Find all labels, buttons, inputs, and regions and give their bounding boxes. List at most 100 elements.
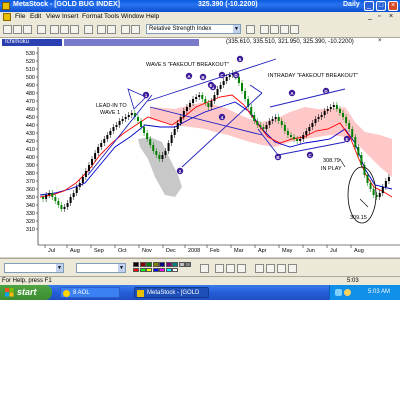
chevron-down-icon[interactable]: ▼ bbox=[233, 25, 240, 33]
tool-c-icon[interactable] bbox=[237, 264, 246, 273]
system-tray: 5:03 AM bbox=[329, 285, 400, 300]
color-more-icon[interactable] bbox=[200, 264, 209, 273]
candle-body bbox=[213, 95, 216, 101]
candle-body bbox=[60, 205, 63, 209]
indicator-select[interactable]: Relative Strength Index ▼ bbox=[146, 24, 241, 34]
open-icon[interactable] bbox=[13, 25, 22, 34]
maximize-button[interactable]: □ bbox=[376, 1, 386, 11]
menu-edit[interactable]: Edit bbox=[30, 13, 41, 20]
speaker-icon[interactable] bbox=[344, 289, 351, 296]
menu-file[interactable]: File bbox=[15, 13, 25, 20]
candle-body bbox=[289, 135, 292, 137]
x-tick-label: Jul bbox=[330, 248, 337, 254]
wave-marker-w1: 1 bbox=[142, 91, 150, 99]
mdi-close-icon[interactable]: × bbox=[389, 13, 393, 20]
new-chart-icon[interactable] bbox=[3, 25, 12, 34]
palette-swatch[interactable] bbox=[172, 262, 179, 267]
candle-body bbox=[103, 139, 106, 143]
system-tester-icon[interactable] bbox=[280, 25, 289, 34]
tool-f-icon[interactable] bbox=[277, 264, 286, 273]
taskbar-metastock[interactable]: MetaStock - [GOLD B... bbox=[134, 287, 209, 307]
palette-swatch[interactable] bbox=[146, 262, 153, 267]
candle-body bbox=[173, 129, 176, 135]
annotation-leadin-2: WAVE 1 bbox=[100, 110, 120, 116]
refresh-icon[interactable] bbox=[290, 25, 299, 34]
app-icon[interactable] bbox=[2, 2, 10, 10]
taskbar-aol[interactable]: 8 AOL bbox=[60, 287, 120, 298]
line-style-select[interactable]: ▼ bbox=[4, 263, 64, 273]
chart-canvas[interactable]: 530 520 510 500 490 480 470 460 450 440 430 420 410 4… bbox=[0, 47, 400, 257]
mini-close-icon[interactable]: × bbox=[378, 38, 382, 44]
print-icon[interactable] bbox=[37, 25, 46, 34]
menu-view[interactable]: View bbox=[46, 13, 60, 20]
menu-help[interactable]: Help bbox=[146, 13, 159, 20]
tool-a-icon[interactable] bbox=[215, 264, 224, 273]
network-icon[interactable] bbox=[335, 289, 342, 296]
copy-icon[interactable] bbox=[60, 25, 69, 34]
close-button[interactable]: × bbox=[388, 1, 398, 11]
document-icon[interactable] bbox=[3, 13, 11, 21]
zoom-in-icon[interactable] bbox=[97, 25, 106, 34]
palette-swatch[interactable] bbox=[139, 267, 146, 273]
expert-icon[interactable] bbox=[131, 25, 140, 34]
candle-body bbox=[237, 77, 240, 83]
candle-body bbox=[201, 95, 204, 99]
palette-swatch[interactable] bbox=[159, 267, 166, 273]
explorer-icon[interactable] bbox=[260, 25, 269, 34]
indicator-icon[interactable] bbox=[121, 25, 130, 34]
zoom-out-icon[interactable] bbox=[107, 25, 116, 34]
palette-swatch[interactable] bbox=[165, 267, 172, 273]
menu-window[interactable]: Window bbox=[121, 13, 144, 20]
mdi-restore-icon[interactable]: ▫ bbox=[378, 13, 380, 20]
palette-swatch[interactable] bbox=[152, 267, 159, 273]
y-tick-label: 390 bbox=[26, 163, 35, 169]
palette-swatch[interactable] bbox=[165, 262, 172, 267]
candle-body bbox=[308, 127, 311, 131]
menu-tools[interactable]: Tools bbox=[104, 13, 119, 20]
tool-b-icon[interactable] bbox=[226, 264, 235, 273]
candle-body bbox=[268, 121, 271, 125]
palette-swatch[interactable] bbox=[133, 262, 140, 267]
start-button[interactable]: start bbox=[0, 285, 52, 300]
x-tick-label: Feb bbox=[210, 248, 219, 254]
symbol-label[interactable]: Ichimoku bbox=[2, 39, 62, 46]
minimize-button[interactable]: _ bbox=[364, 1, 374, 11]
annotation-low: 309.15 bbox=[350, 215, 367, 221]
cut-icon[interactable] bbox=[50, 25, 59, 34]
candle-body bbox=[106, 135, 109, 139]
x-tick-label: Apr bbox=[258, 248, 267, 254]
save-icon[interactable] bbox=[23, 25, 32, 34]
indicator-select-value: Relative Strength Index bbox=[149, 26, 212, 32]
window-title: MetaStock - [GOLD BUG INDEX] bbox=[13, 1, 120, 8]
paste-icon[interactable] bbox=[70, 25, 79, 34]
menu-insert[interactable]: Insert bbox=[62, 13, 78, 20]
help-icon[interactable] bbox=[246, 25, 255, 34]
palette-swatch[interactable] bbox=[152, 262, 159, 267]
x-tick-label: Jul bbox=[48, 248, 55, 254]
palette-swatch[interactable] bbox=[139, 262, 146, 267]
price-chart[interactable]: 530 520 510 500 490 480 470 460 450 440 430 420 410 4… bbox=[0, 47, 400, 257]
tool-e-icon[interactable] bbox=[266, 264, 275, 273]
tool-d-icon[interactable] bbox=[255, 264, 264, 273]
smart-chart-icon[interactable] bbox=[270, 25, 279, 34]
mdi-minimize-icon[interactable]: _ bbox=[368, 13, 372, 20]
palette-swatch[interactable] bbox=[185, 262, 192, 267]
menu-format[interactable]: Format bbox=[82, 13, 103, 20]
candle-body bbox=[179, 117, 182, 123]
palette-swatch[interactable] bbox=[178, 262, 185, 267]
line-width-select[interactable]: ▼ bbox=[76, 263, 126, 273]
menu-bar: File Edit View Insert Format Tools Windo… bbox=[0, 12, 400, 22]
palette-swatch[interactable] bbox=[146, 267, 153, 273]
tool-g-icon[interactable] bbox=[288, 264, 297, 273]
chart-info-bar: Ichimoku (335.610, 335.510, 321.950, 325… bbox=[0, 38, 400, 47]
y-tick-label: 520 bbox=[26, 59, 35, 65]
palette-swatch[interactable] bbox=[172, 267, 179, 273]
undo-icon[interactable] bbox=[84, 25, 93, 34]
chevron-down-icon[interactable]: ▼ bbox=[118, 264, 125, 272]
palette-swatch[interactable] bbox=[133, 267, 140, 273]
color-palette[interactable] bbox=[133, 262, 193, 273]
chevron-down-icon[interactable]: ▼ bbox=[56, 264, 63, 272]
candle-body bbox=[277, 117, 280, 121]
palette-swatch[interactable] bbox=[159, 262, 166, 267]
candle-body bbox=[265, 125, 268, 129]
